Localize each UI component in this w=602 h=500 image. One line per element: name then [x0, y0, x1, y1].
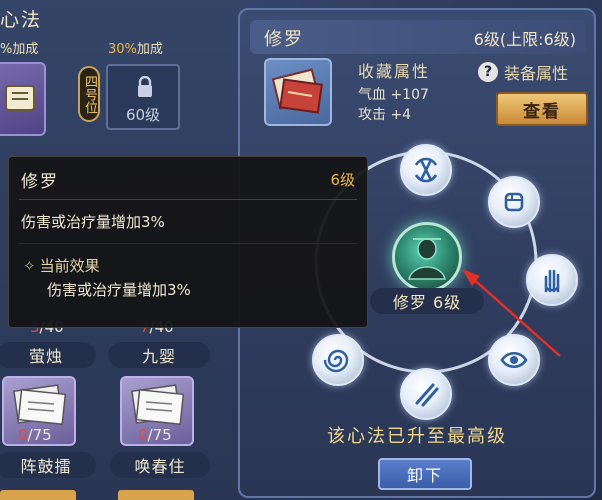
wheel-node-knot[interactable]	[400, 144, 452, 196]
item-name-pill[interactable]: 唤春住	[110, 452, 210, 478]
slot-edge	[0, 490, 76, 500]
bonus-left: %加成	[0, 42, 39, 57]
item-name-pill[interactable]: 萤烛	[0, 342, 96, 368]
wheel-node-arrow[interactable]	[400, 368, 452, 420]
diamond-bullet-icon: ✧	[23, 257, 36, 275]
detail-header: 修罗 6级(上限:6级)	[250, 20, 586, 54]
skill-item-icon	[264, 58, 332, 126]
lock-icon	[138, 76, 152, 97]
swirl-icon	[323, 349, 349, 373]
knot-icon	[414, 157, 438, 183]
warrior-portrait-icon	[408, 238, 446, 280]
arrow-icon	[415, 383, 439, 407]
collect-attr-title: 收藏属性	[358, 62, 431, 81]
item-count: 0/75	[18, 426, 52, 444]
current-skill-label: 修罗 6级	[370, 288, 484, 314]
tooltip-divider	[19, 243, 357, 244]
skill-level: 6级(上限:6级)	[473, 30, 576, 49]
skill-name: 修罗	[264, 29, 304, 50]
tooltip-effect-body: 伤害或治疗量增加3%	[47, 281, 191, 299]
equipped-slot[interactable]: 4	[0, 62, 46, 136]
attr-atk: 攻击 +4	[358, 107, 412, 123]
wheel-node-eye[interactable]	[488, 334, 540, 386]
current-skill-node[interactable]	[392, 222, 462, 292]
item-name-pill[interactable]: 九婴	[108, 342, 210, 368]
item-name-pill[interactable]: 阵鼓擂	[0, 452, 96, 478]
wheel-node-hand[interactable]	[526, 254, 578, 306]
max-level-message: 该心法已升至最高级	[327, 426, 507, 447]
unload-button[interactable]: 卸下	[378, 458, 472, 490]
wheel-node-fist[interactable]	[488, 176, 540, 228]
locked-level: 60级	[125, 106, 161, 124]
help-icon[interactable]: ?	[478, 62, 498, 82]
skill-tooltip: 修罗 6级 伤害或治疗量增加3% ✧ 当前效果 伤害或治疗量增加3%	[8, 156, 368, 328]
tooltip-description: 伤害或治疗量增加3%	[21, 213, 165, 231]
bonus-right: 30%加成	[108, 42, 163, 57]
tooltip-level: 6级	[330, 171, 355, 189]
book-icon	[131, 384, 185, 426]
equip-attr-label: 装备属性	[504, 64, 569, 83]
scroll-icon	[271, 68, 323, 114]
panel-title: 心法	[0, 9, 43, 31]
attr-hp: 气血 +107	[358, 87, 429, 103]
locked-slot[interactable]: 60级	[106, 64, 180, 130]
slot-edge	[118, 490, 194, 500]
hand-icon	[544, 269, 560, 293]
tooltip-divider	[19, 199, 357, 200]
tooltip-effect-heading: ✧ 当前效果	[23, 257, 100, 275]
eye-icon	[500, 351, 528, 369]
fist-icon	[504, 192, 524, 212]
view-button[interactable]: 查看	[496, 92, 588, 126]
scroll-icon	[5, 85, 35, 111]
tooltip-name: 修罗	[21, 172, 59, 192]
wheel-node-swirl[interactable]	[312, 334, 364, 386]
position-tag: 四号位	[78, 66, 100, 122]
item-count: 0/75	[138, 426, 172, 444]
book-icon	[13, 384, 67, 426]
